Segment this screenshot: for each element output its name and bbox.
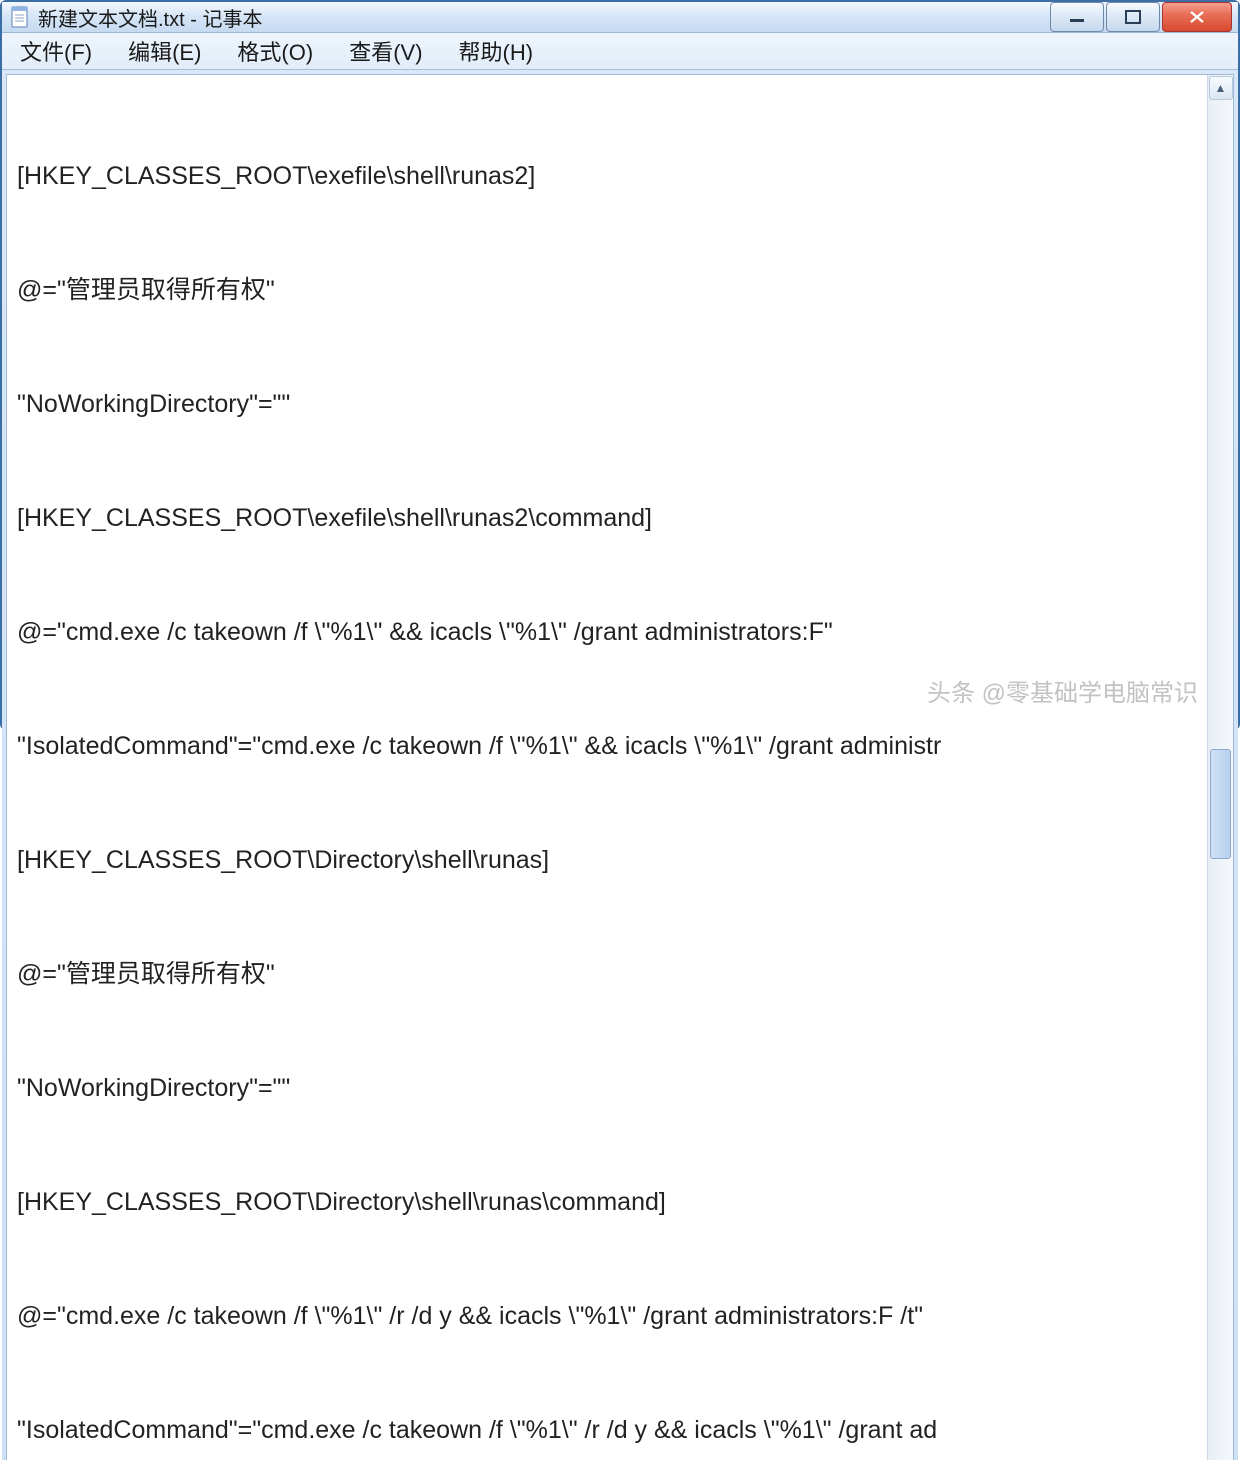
text-line: "IsolatedCommand"="cmd.exe /c takeown /f… <box>17 727 1203 765</box>
text-line: "NoWorkingDirectory"="" <box>17 385 1203 423</box>
chevron-up-icon: ▲ <box>1215 81 1227 95</box>
menu-edit[interactable]: 编辑(E) <box>122 33 207 69</box>
vertical-scroll-thumb[interactable] <box>1210 749 1231 859</box>
client-area-wrap: [HKEY_CLASSES_ROOT\exefile\shell\runas2]… <box>2 70 1238 1460</box>
close-button[interactable] <box>1162 2 1232 32</box>
text-editor[interactable]: [HKEY_CLASSES_ROOT\exefile\shell\runas2]… <box>7 75 1207 1460</box>
minimize-button[interactable] <box>1050 2 1104 32</box>
client-area: [HKEY_CLASSES_ROOT\exefile\shell\runas2]… <box>6 74 1234 1460</box>
minimize-icon <box>1068 10 1086 24</box>
window-title: 新建文本文档.txt - 记事本 <box>38 3 1050 32</box>
text-line: [HKEY_CLASSES_ROOT\Directory\shell\runas… <box>17 1183 1203 1221</box>
maximize-icon <box>1124 10 1142 24</box>
notepad-window: 新建文本文档.txt - 记事本 文件(F) 编辑(E) 格式(O) 查看(V)… <box>0 0 1240 730</box>
vertical-scroll-track[interactable] <box>1208 101 1233 1460</box>
text-line: [HKEY_CLASSES_ROOT\exefile\shell\runas2\… <box>17 499 1203 537</box>
close-icon <box>1187 10 1207 24</box>
text-line: @="cmd.exe /c takeown /f \"%1\" && icacl… <box>17 613 1203 651</box>
notepad-icon <box>10 5 30 29</box>
menu-file[interactable]: 文件(F) <box>14 33 98 69</box>
text-line: "NoWorkingDirectory"="" <box>17 1069 1203 1107</box>
menu-format[interactable]: 格式(O) <box>231 33 319 69</box>
menu-view[interactable]: 查看(V) <box>343 33 428 69</box>
vertical-scrollbar[interactable]: ▲ ▼ <box>1207 75 1233 1460</box>
title-bar[interactable]: 新建文本文档.txt - 记事本 <box>2 2 1238 33</box>
scroll-up-button[interactable]: ▲ <box>1209 76 1233 100</box>
text-line: @="cmd.exe /c takeown /f \"%1\" /r /d y … <box>17 1297 1203 1335</box>
text-line: @="管理员取得所有权" <box>17 955 1203 993</box>
text-line: @="管理员取得所有权" <box>17 271 1203 309</box>
text-line: [HKEY_CLASSES_ROOT\exefile\shell\runas2] <box>17 157 1203 195</box>
menu-bar: 文件(F) 编辑(E) 格式(O) 查看(V) 帮助(H) <box>2 33 1238 70</box>
text-line: "IsolatedCommand"="cmd.exe /c takeown /f… <box>17 1411 1203 1449</box>
menu-help[interactable]: 帮助(H) <box>453 33 540 69</box>
text-line: [HKEY_CLASSES_ROOT\Directory\shell\runas… <box>17 841 1203 879</box>
window-controls <box>1050 2 1232 32</box>
maximize-button[interactable] <box>1106 2 1160 32</box>
